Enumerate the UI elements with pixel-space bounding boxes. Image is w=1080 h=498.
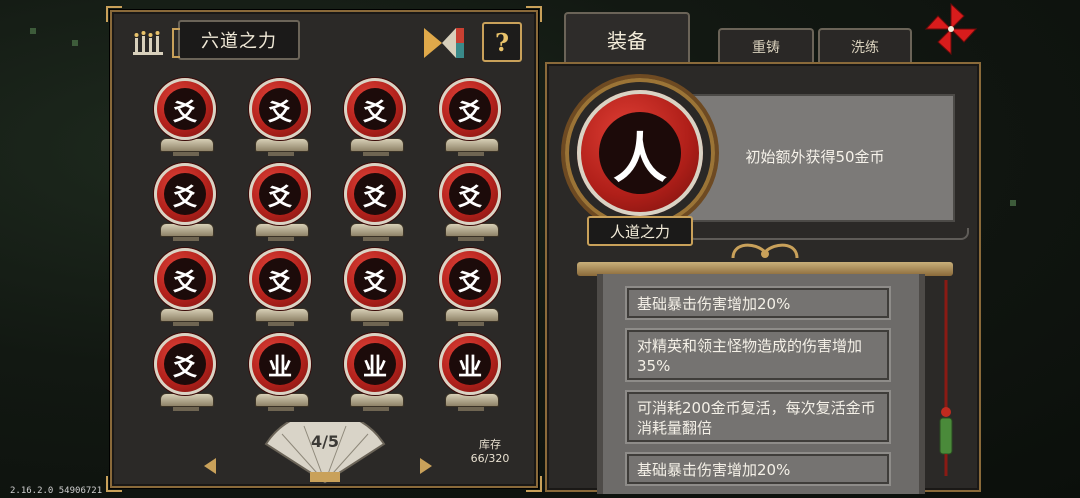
prev-page-arrow-icon[interactable] (204, 458, 216, 474)
effect-item: 基础暴击伤害增加20% (625, 286, 891, 320)
rune-slot[interactable]: 爻 (138, 244, 233, 329)
background-decoration (1010, 200, 1016, 206)
six-paths-panel: 六道之力 ? 爻 爻 爻 爻 爻 爻 爻 爻 爻 爻 爻 爻 爻 业 业 业 4… (106, 6, 542, 492)
effects-scroll[interactable]: 基础暴击伤害增加20% 对精英和领主怪物造成的伤害增加35% 可消耗200金币复… (597, 274, 925, 494)
rune-glyph: 爻 (449, 258, 491, 300)
tab-refine[interactable]: 洗练 (818, 28, 912, 64)
background-decoration (72, 40, 78, 46)
rune-slot[interactable]: 爻 (233, 74, 328, 159)
equipment-detail-panel: 初始额外获得50金币 人 人道之力 基础暴击伤害增加20% 对精英和领主怪物造成… (545, 62, 981, 494)
page-indicator: 4/5 (310, 432, 340, 451)
rune-glyph: 爻 (449, 88, 491, 130)
rune-slot[interactable]: 爻 (233, 244, 328, 329)
jade-tassel-icon (939, 280, 953, 476)
candles-icon (133, 31, 163, 55)
help-button[interactable]: ? (482, 22, 522, 62)
rune-glyph: 爻 (164, 88, 206, 130)
rune-grid: 爻 爻 爻 爻 爻 爻 爻 爻 爻 爻 爻 爻 爻 业 业 业 (138, 74, 510, 414)
pinwheel-icon[interactable] (924, 2, 978, 56)
rune-slot[interactable]: 业 (328, 329, 423, 414)
rune-slot[interactable]: 爻 (328, 159, 423, 244)
rune-glyph: 爻 (354, 88, 396, 130)
rune-slot[interactable]: 爻 (138, 74, 233, 159)
rune-glyph: 爻 (449, 173, 491, 215)
rune-slot[interactable]: 业 (423, 329, 518, 414)
tangram-icon[interactable] (422, 26, 466, 60)
stock-label: 库存 (479, 438, 501, 451)
rune-glyph: 爻 (164, 173, 206, 215)
selected-rune-glyph: 人 (599, 112, 681, 194)
description-text: 初始额外获得50金币 (745, 148, 885, 166)
rune-slot[interactable]: 爻 (138, 329, 233, 414)
rune-slot[interactable]: 爻 (423, 74, 518, 159)
stock-value: 66/320 (470, 452, 510, 465)
rune-glyph: 业 (354, 343, 396, 385)
rune-glyph: 业 (259, 343, 301, 385)
description-box: 初始额外获得50金币 (675, 94, 969, 240)
rune-slot[interactable]: 爻 (423, 159, 518, 244)
rune-slot[interactable]: 爻 (423, 244, 518, 329)
rune-glyph: 爻 (259, 173, 301, 215)
rune-slot[interactable]: 业 (233, 329, 328, 414)
background-decoration (30, 28, 36, 34)
rune-glyph: 爻 (164, 343, 206, 385)
rune-slot[interactable]: 爻 (328, 244, 423, 329)
rune-glyph: 爻 (259, 88, 301, 130)
rune-glyph: 业 (449, 343, 491, 385)
tab-equip[interactable]: 装备 (564, 12, 690, 64)
version-label: 2.16.2.0 54906721 (10, 486, 103, 496)
effect-item: 对精英和领主怪物造成的伤害增加35% (625, 328, 891, 382)
rune-slot[interactable]: 爻 (233, 159, 328, 244)
tab-recast[interactable]: 重铸 (718, 28, 814, 64)
panel-title: 六道之力 (172, 20, 300, 60)
selected-rune-name: 人道之力 (587, 216, 693, 246)
effect-item: 基础暴击伤害增加20% (625, 452, 891, 486)
rune-slot[interactable]: 爻 (328, 74, 423, 159)
rune-glyph: 爻 (354, 258, 396, 300)
next-page-arrow-icon[interactable] (420, 458, 432, 474)
rune-glyph: 爻 (259, 258, 301, 300)
rune-slot[interactable]: 爻 (138, 159, 233, 244)
rune-glyph: 爻 (164, 258, 206, 300)
selected-rune-orb: 人 (565, 78, 715, 228)
rune-glyph: 爻 (354, 173, 396, 215)
effect-item: 可消耗200金币复活，每次复活金币消耗量翻倍 (625, 390, 891, 444)
